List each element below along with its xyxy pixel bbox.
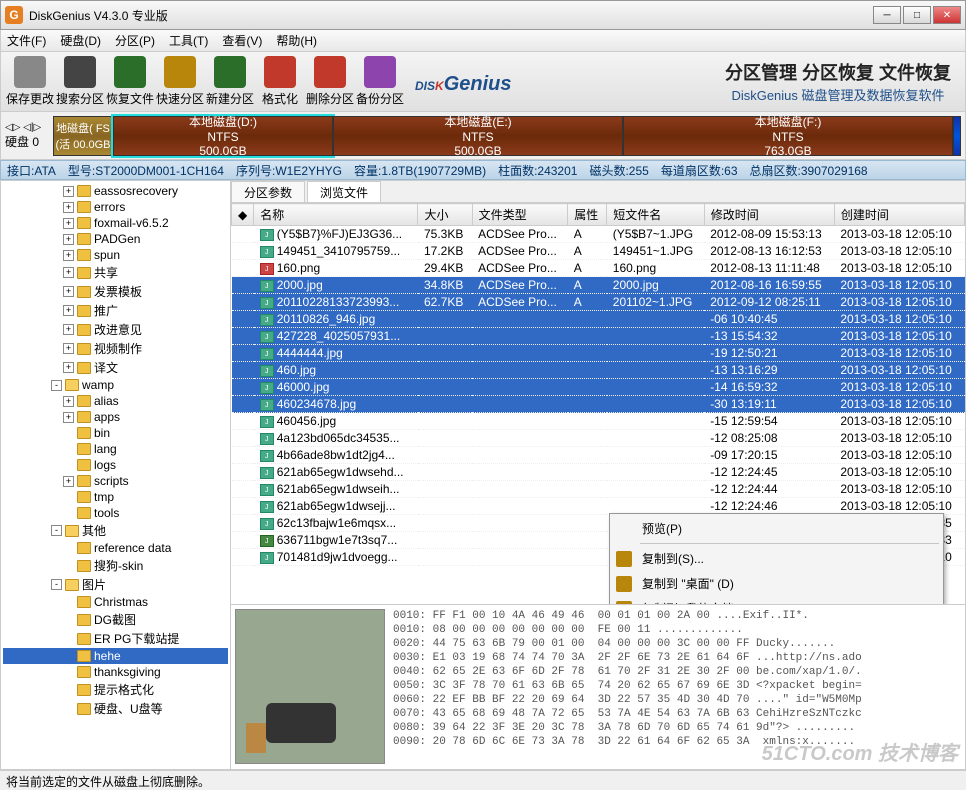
toolbar-button[interactable]: 搜索分区 (55, 56, 105, 107)
tree-item[interactable]: +共享 (3, 263, 228, 282)
menu-item[interactable]: 工具(T) (169, 32, 208, 49)
menu-item[interactable]: 预览(P) (612, 516, 941, 541)
file-row[interactable]: J460456.jpg-15 12:59:542013-03-18 12:05:… (232, 413, 965, 430)
partition[interactable]: 本地磁盘(E:)NTFS500.0GB (333, 116, 623, 156)
file-grid[interactable]: ◆名称大小文件类型属性短文件名修改时间创建时间 J(Y5$B7}%FJ)EJ3G… (231, 203, 965, 604)
file-row[interactable]: J427228_4025057931...-13 15:54:322013-03… (232, 328, 965, 345)
file-row[interactable]: J460.jpg-13 13:16:292013-03-18 12:05:10 (232, 362, 965, 379)
partition[interactable]: 本地磁盘(F:)NTFS763.0GB (623, 116, 953, 156)
tree-item[interactable]: DG截图 (3, 610, 228, 629)
maximize-button[interactable]: □ (903, 6, 931, 24)
preview-pane: 0010: FF F1 00 10 4A 46 49 46 00 01 01 0… (231, 604, 965, 769)
tree-item[interactable]: +eassosrecovery (3, 183, 228, 199)
partition[interactable]: 本地磁盘(D:)NTFS500.0GB (113, 116, 333, 156)
file-row[interactable]: J20110228133723993...62.7KBACDSee Pro...… (232, 294, 965, 311)
titlebar: G DiskGenius V4.3.0 专业版 ─ □ ✕ (0, 0, 966, 30)
menu-item[interactable]: 查看(V) (222, 32, 262, 49)
tree-item[interactable]: thanksgiving (3, 664, 228, 680)
tree-item[interactable]: tmp (3, 489, 228, 505)
thumbnail (235, 609, 385, 764)
file-row[interactable]: J2000.jpg34.8KBACDSee Pro...A2000.jpg201… (232, 277, 965, 294)
minimize-button[interactable]: ─ (873, 6, 901, 24)
file-row[interactable]: J149451_3410795759...17.2KBACDSee Pro...… (232, 243, 965, 260)
file-row[interactable]: J(Y5$B7}%FJ)EJ3G36...75.3KBACDSee Pro...… (232, 226, 965, 243)
file-row[interactable]: J46000.jpg-14 16:59:322013-03-18 12:05:1… (232, 379, 965, 396)
tree-item[interactable]: +推广 (3, 301, 228, 320)
column-header[interactable]: 大小 (418, 204, 472, 226)
column-header[interactable]: 短文件名 (607, 204, 704, 226)
column-header[interactable]: 文件类型 (472, 204, 568, 226)
brand-logo: DISKGenius (415, 66, 512, 97)
column-header[interactable]: 名称 (254, 204, 418, 226)
tree-item[interactable]: -其他 (3, 521, 228, 540)
partition[interactable]: 地磁盘( FS (活 00.0GB (53, 116, 113, 156)
toolbar-button[interactable]: 保存更改 (5, 56, 55, 107)
tree-item[interactable]: -图片 (3, 575, 228, 594)
menu-item[interactable]: 硬盘(D) (60, 32, 101, 49)
menu-item[interactable]: 复制到(S)... (612, 546, 941, 571)
toolbar-button[interactable]: 快速分区 (155, 56, 205, 107)
file-row[interactable]: J621ab65egw1dwsejj...-12 12:24:462013-03… (232, 498, 965, 515)
partition-bar: ◁▷ ◁|▷ 硬盘 0 地磁盘( FS (活 00.0GB本地磁盘(D:)NTF… (0, 112, 966, 160)
file-row[interactable]: J621ab65egw1dwseih...-12 12:24:442013-03… (232, 481, 965, 498)
tree-item[interactable]: +apps (3, 409, 228, 425)
window-title: DiskGenius V4.3.0 专业版 (29, 7, 873, 24)
context-menu: 预览(P) 复制到(S)...复制到 "桌面" (D)复制到 "我的文档" (M)… (609, 513, 944, 604)
column-header[interactable]: 属性 (568, 204, 607, 226)
tree-item[interactable]: -wamp (3, 377, 228, 393)
file-row[interactable]: J460234678.jpg-30 13:19:112013-03-18 12:… (232, 396, 965, 413)
close-button[interactable]: ✕ (933, 6, 961, 24)
file-row[interactable]: J20110826_946.jpg-06 10:40:452013-03-18 … (232, 311, 965, 328)
tree-item[interactable]: +errors (3, 199, 228, 215)
toolbar-button[interactable]: 恢复文件 (105, 56, 155, 107)
file-row[interactable]: J4a123bd065dc34535...-12 08:25:082013-03… (232, 430, 965, 447)
tree-item[interactable]: tools (3, 505, 228, 521)
app-icon: G (5, 6, 23, 24)
menu-item[interactable]: 文件(F) (7, 32, 46, 49)
file-row[interactable]: J4b66ade8bw1dt2jg4...-09 17:20:152013-03… (232, 447, 965, 464)
file-row[interactable]: J160.png29.4KBACDSee Pro...A160.png2012-… (232, 260, 965, 277)
tree-item[interactable]: logs (3, 457, 228, 473)
tree-item[interactable]: +foxmail-v6.5.2 (3, 215, 228, 231)
toolbar-button[interactable]: 删除分区 (305, 56, 355, 107)
tree-item[interactable]: 提示格式化 (3, 680, 228, 699)
menu-item[interactable]: 分区(P) (115, 32, 155, 49)
file-row[interactable]: J621ab65egw1dwsehd...-12 12:24:452013-03… (232, 464, 965, 481)
tree-item[interactable]: +spun (3, 247, 228, 263)
tree-item[interactable]: 搜狗-skin (3, 556, 228, 575)
tree-item[interactable]: +译文 (3, 358, 228, 377)
tree-item[interactable]: lang (3, 441, 228, 457)
tree-item[interactable]: +alias (3, 393, 228, 409)
menu-item[interactable]: 复制到 "我的文档" (M) (612, 596, 941, 604)
hex-view: 0010: FF F1 00 10 4A 46 49 46 00 01 01 0… (389, 605, 965, 769)
tree-item[interactable]: +视频制作 (3, 339, 228, 358)
tree-item[interactable]: Christmas (3, 594, 228, 610)
toolbar-button[interactable]: 格式化 (255, 56, 305, 107)
column-header[interactable]: 修改时间 (704, 204, 834, 226)
tab[interactable]: 分区参数 (231, 181, 305, 202)
tree-item[interactable]: 硬盘、U盘等 (3, 699, 228, 718)
tab[interactable]: 浏览文件 (307, 181, 381, 202)
tree-item[interactable]: +scripts (3, 473, 228, 489)
menubar: 文件(F) 硬盘(D) 分区(P) 工具(T) 查看(V) 帮助(H) (0, 30, 966, 52)
tree-item[interactable]: +改进意见 (3, 320, 228, 339)
menu-item[interactable]: 帮助(H) (276, 32, 317, 49)
tree-item[interactable]: hehe (3, 648, 228, 664)
column-header[interactable]: 创建时间 (834, 204, 964, 226)
disk-info-bar: 接口:ATA 型号:ST2000DM001-1CH164 序列号:W1E2YHY… (0, 160, 966, 180)
toolbar: 保存更改搜索分区恢复文件快速分区新建分区格式化删除分区备份分区 DISKGeni… (0, 52, 966, 112)
tree-item[interactable]: +发票模板 (3, 282, 228, 301)
tree-item[interactable]: +PADGen (3, 231, 228, 247)
tree-item[interactable]: bin (3, 425, 228, 441)
status-bar: 将当前选定的文件从磁盘上彻底删除。 (0, 770, 966, 790)
file-row[interactable]: J4444444.jpg-19 12:50:212013-03-18 12:05… (232, 345, 965, 362)
folder-tree[interactable]: +eassosrecovery+errors+foxmail-v6.5.2+PA… (1, 181, 231, 769)
tree-item[interactable]: ER PG下载站提 (3, 629, 228, 648)
brand-slogan: 分区管理 分区恢复 文件恢复 DiskGenius 磁盘管理及数据恢复软件 (725, 59, 961, 104)
tree-item[interactable]: reference data (3, 540, 228, 556)
menu-item[interactable]: 复制到 "桌面" (D) (612, 571, 941, 596)
toolbar-button[interactable]: 备份分区 (355, 56, 405, 107)
toolbar-button[interactable]: 新建分区 (205, 56, 255, 107)
tabs: 分区参数浏览文件 (231, 181, 965, 203)
